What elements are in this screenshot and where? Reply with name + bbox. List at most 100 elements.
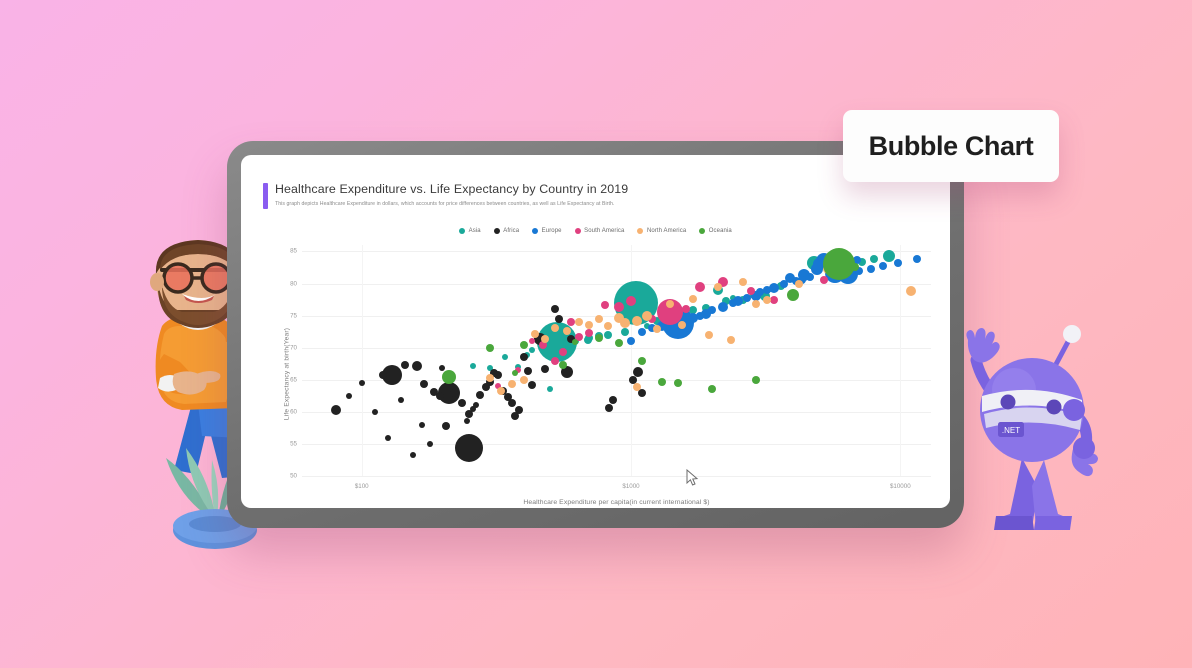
bubble-africa[interactable] <box>541 365 550 374</box>
bubble-africa[interactable] <box>411 361 422 372</box>
bubble-south-america[interactable] <box>694 281 705 292</box>
bubble-north-america[interactable] <box>563 326 572 335</box>
legend-item-south-america[interactable]: South America <box>574 228 625 234</box>
bubble-oceania[interactable] <box>787 289 800 302</box>
bubble-north-america[interactable] <box>519 375 528 384</box>
bubble-europe[interactable] <box>695 311 704 320</box>
bubble-africa[interactable] <box>358 379 365 386</box>
bubble-south-america[interactable] <box>559 348 568 357</box>
bubble-oceania[interactable] <box>614 338 623 347</box>
bubble-africa[interactable] <box>398 396 405 403</box>
bubble-europe[interactable] <box>805 273 814 282</box>
bubble-north-america[interactable] <box>906 286 917 297</box>
bubble-europe[interactable] <box>763 285 772 294</box>
bubble-africa[interactable] <box>472 402 479 409</box>
bubble-oceania[interactable] <box>822 248 855 281</box>
bubble-africa[interactable] <box>401 360 410 369</box>
bubble-oceania[interactable] <box>441 369 456 384</box>
bubble-north-america[interactable] <box>713 283 722 292</box>
bubble-south-america[interactable] <box>681 305 690 314</box>
bubble-africa[interactable] <box>409 451 416 458</box>
bubble-africa[interactable] <box>550 305 559 314</box>
bubble-europe[interactable] <box>878 262 887 271</box>
bubble-oceania[interactable] <box>657 377 666 386</box>
legend-item-africa[interactable]: Africa <box>493 228 519 234</box>
bubble-africa[interactable] <box>476 390 485 399</box>
bubble-south-america[interactable] <box>770 295 779 304</box>
bubble-africa[interactable] <box>427 440 434 447</box>
bubble-asia[interactable] <box>603 330 612 339</box>
legend-item-asia[interactable]: Asia <box>459 228 481 234</box>
bubble-north-america[interactable] <box>689 294 698 303</box>
bubble-asia[interactable] <box>501 354 508 361</box>
bubble-oceania[interactable] <box>674 378 683 387</box>
bubble-asia[interactable] <box>870 255 879 264</box>
bubble-europe[interactable] <box>780 279 789 288</box>
bubble-south-america[interactable] <box>626 295 637 306</box>
bubble-africa[interactable] <box>441 421 450 430</box>
bubble-europe[interactable] <box>708 306 717 315</box>
bubble-africa[interactable] <box>379 370 388 379</box>
bubble-asia[interactable] <box>529 347 536 354</box>
bubble-north-america[interactable] <box>507 380 516 389</box>
bubble-asia[interactable] <box>583 335 592 344</box>
bubble-africa[interactable] <box>528 380 537 389</box>
bubble-asia[interactable] <box>621 327 630 336</box>
bubble-europe[interactable] <box>627 337 636 346</box>
bubble-north-america[interactable] <box>705 330 714 339</box>
bubble-south-america[interactable] <box>600 301 609 310</box>
bubble-africa[interactable] <box>519 352 528 361</box>
bubble-asia[interactable] <box>470 363 477 370</box>
bubble-oceania[interactable] <box>559 360 568 369</box>
bubble-south-america[interactable] <box>550 356 559 365</box>
legend-item-oceania[interactable]: Oceania <box>699 228 732 234</box>
bubble-europe[interactable] <box>912 255 921 264</box>
bubble-africa[interactable] <box>346 392 353 399</box>
bubble-africa[interactable] <box>605 403 614 412</box>
bubble-north-america[interactable] <box>653 325 662 334</box>
bubble-south-america[interactable] <box>819 276 828 285</box>
bubble-south-america[interactable] <box>613 302 624 313</box>
bubble-oceania[interactable] <box>572 338 579 345</box>
bubble-africa[interactable] <box>330 404 341 415</box>
bubble-north-america[interactable] <box>794 279 803 288</box>
bubble-africa[interactable] <box>493 371 502 380</box>
bubble-europe[interactable] <box>755 288 764 297</box>
bubble-europe[interactable] <box>867 264 876 273</box>
bubble-north-america[interactable] <box>738 278 747 287</box>
bubble-oceania[interactable] <box>851 263 860 272</box>
bubble-asia[interactable] <box>546 386 553 393</box>
legend-item-europe[interactable]: Europe <box>532 228 562 234</box>
bubble-north-america[interactable] <box>486 374 495 383</box>
bubble-north-america[interactable] <box>574 318 583 326</box>
bubble-oceania[interactable] <box>751 375 760 384</box>
bubble-europe[interactable] <box>718 301 729 312</box>
legend-item-north-america[interactable]: North America <box>637 228 686 234</box>
bubble-south-america[interactable] <box>529 338 536 345</box>
bubble-africa[interactable] <box>384 434 391 441</box>
bubble-south-america[interactable] <box>747 287 756 296</box>
bubble-oceania[interactable] <box>486 343 495 352</box>
bubble-north-america[interactable] <box>666 300 675 309</box>
bubble-north-america[interactable] <box>763 295 772 304</box>
bubble-north-america[interactable] <box>550 324 559 333</box>
bubble-north-america[interactable] <box>751 300 760 309</box>
bubble-europe[interactable] <box>638 327 647 336</box>
bubble-africa[interactable] <box>507 398 516 407</box>
bubble-north-america[interactable] <box>603 322 612 331</box>
bubble-north-america[interactable] <box>585 320 594 329</box>
bubble-africa[interactable] <box>554 314 563 323</box>
bubble-africa[interactable] <box>457 399 466 408</box>
bubble-north-america[interactable] <box>726 335 735 344</box>
bubble-africa[interactable] <box>515 405 524 414</box>
bubble-oceania[interactable] <box>519 341 528 350</box>
bubble-africa[interactable] <box>371 408 378 415</box>
bubble-oceania[interactable] <box>638 356 647 365</box>
bubble-africa[interactable] <box>609 396 618 405</box>
bubble-north-america[interactable] <box>594 314 603 323</box>
bubble-north-america[interactable] <box>531 329 539 338</box>
bubble-north-america[interactable] <box>613 313 624 324</box>
bubble-europe[interactable] <box>893 258 902 267</box>
bubble-africa[interactable] <box>632 367 643 378</box>
bubble-oceania[interactable] <box>708 385 717 394</box>
